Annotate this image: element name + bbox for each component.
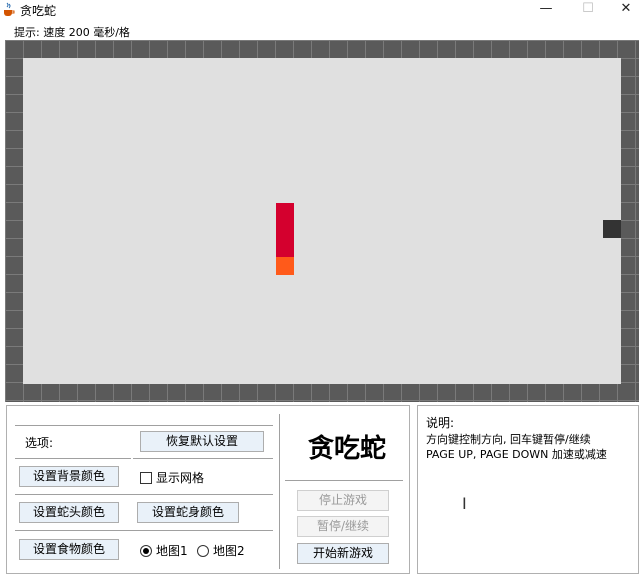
speed-hint: 提示: 速度 200 毫秒/格 — [14, 26, 130, 39]
title-bar: 贪吃蛇 — ☐ ✕ — [0, 0, 644, 22]
stop-game-button[interactable]: 停止游戏 — [297, 490, 389, 511]
snake-body-segment — [276, 221, 294, 239]
help-line-controls: 方向键控制方向, 回车键暂停/继续 — [426, 433, 591, 446]
new-game-button[interactable]: 开始新游戏 — [297, 543, 389, 564]
pause-resume-button[interactable]: 暂停/继续 — [297, 516, 389, 537]
show-grid-label: 显示网格 — [156, 471, 205, 485]
snake-head — [276, 257, 294, 275]
minimize-button[interactable]: — — [524, 0, 568, 20]
game-board[interactable] — [5, 40, 639, 402]
radio-unselected-icon — [197, 544, 209, 557]
help-title: 说明: — [426, 416, 455, 430]
text-cursor-icon: I — [462, 494, 467, 513]
game-title: 贪吃蛇 — [307, 434, 386, 464]
divider — [15, 494, 273, 495]
map2-radio[interactable]: 地图2 — [197, 542, 245, 559]
divider — [285, 480, 403, 481]
snake-body-segment — [276, 203, 294, 221]
radio-selected-icon — [140, 544, 152, 557]
checkbox-box — [140, 471, 152, 484]
divider — [15, 530, 273, 531]
help-line-speed: PAGE UP, PAGE DOWN 加速或减速 — [426, 448, 607, 461]
window-title: 贪吃蛇 — [20, 4, 57, 18]
snake-body-segment — [276, 239, 294, 257]
set-background-color-button[interactable]: 设置背景颜色 — [19, 466, 119, 487]
food — [603, 220, 621, 238]
java-cup-icon — [4, 2, 15, 16]
map1-label: 地图1 — [156, 544, 188, 558]
help-panel: 说明: 方向键控制方向, 回车键暂停/继续 PAGE UP, PAGE DOWN… — [417, 405, 639, 574]
divider — [15, 458, 131, 459]
close-button[interactable]: ✕ — [604, 0, 644, 20]
divider — [15, 425, 273, 426]
divider — [133, 458, 273, 459]
map1-radio[interactable]: 地图1 — [140, 542, 188, 559]
vertical-divider — [279, 414, 280, 569]
options-panel: 选项: 恢复默认设置 设置背景颜色 显示网格 设置蛇头颜色 设置蛇身颜色 设置食… — [6, 405, 410, 574]
options-label: 选项: — [25, 436, 54, 450]
show-grid-checkbox[interactable]: 显示网格 — [140, 469, 204, 486]
set-food-color-button[interactable]: 设置食物颜色 — [19, 539, 119, 560]
restore-defaults-button[interactable]: 恢复默认设置 — [140, 431, 264, 452]
play-field — [23, 58, 621, 384]
map2-label: 地图2 — [213, 544, 245, 558]
set-body-color-button[interactable]: 设置蛇身颜色 — [137, 502, 239, 523]
set-head-color-button[interactable]: 设置蛇头颜色 — [19, 502, 119, 523]
